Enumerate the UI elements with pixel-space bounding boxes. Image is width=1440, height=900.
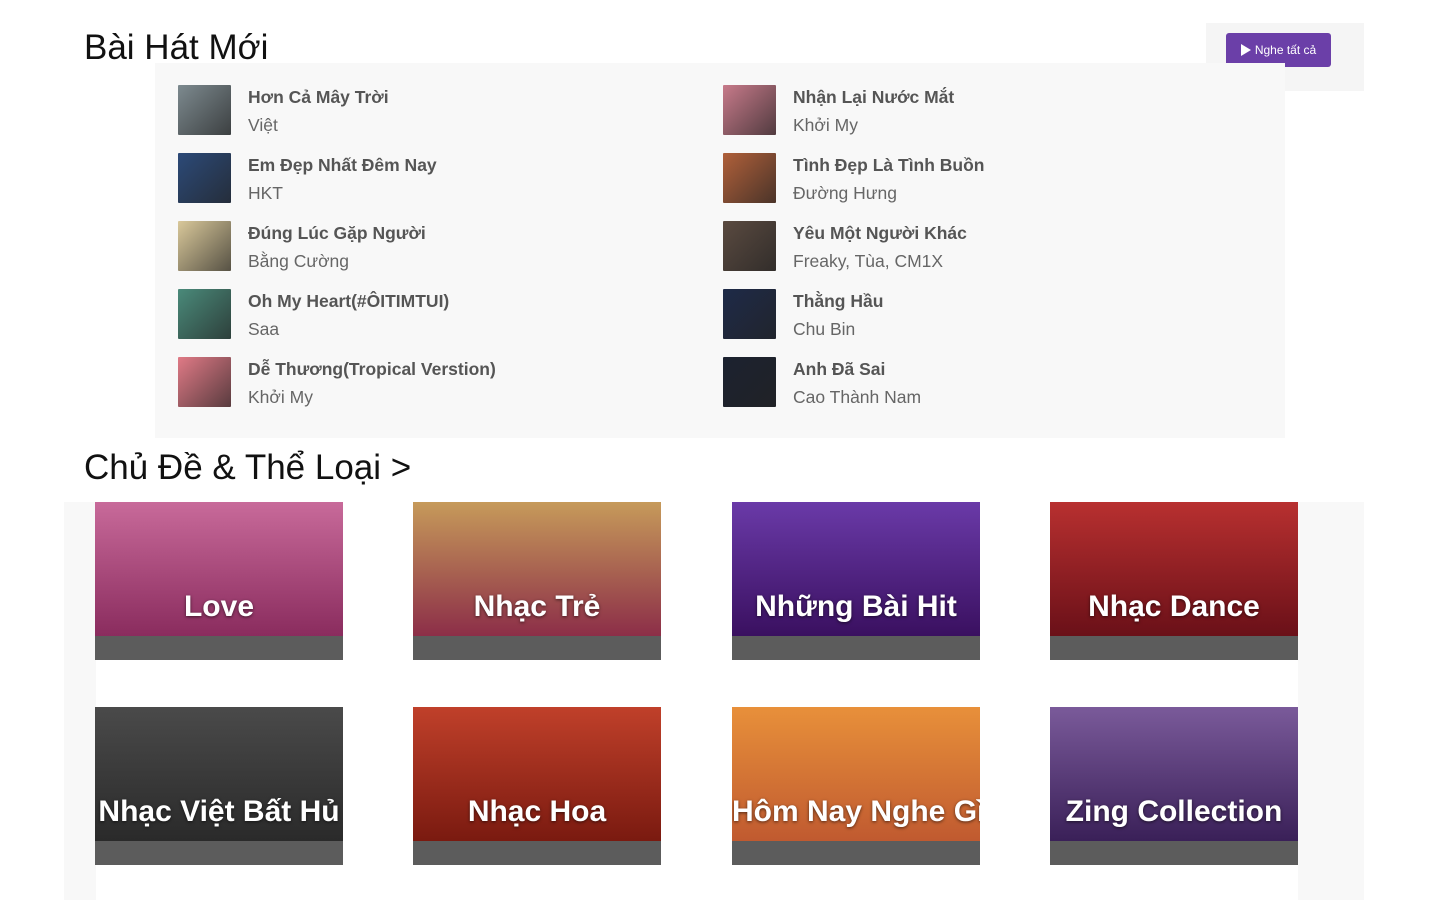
- genre-tile[interactable]: Love: [95, 502, 343, 660]
- genre-caption-bar: [413, 636, 661, 660]
- genre-label[interactable]: Nhạc Trẻ: [413, 590, 661, 624]
- genre-label[interactable]: Love: [95, 590, 343, 624]
- new-songs-title: Bài Hát Mới: [84, 28, 269, 67]
- genre-tile[interactable]: Zing Collection: [1050, 707, 1298, 865]
- play-icon: [1240, 44, 1251, 56]
- song-item[interactable]: Dễ Thương(Tropical Verstion) Khởi My: [155, 335, 675, 407]
- song-item[interactable]: Oh My Heart(#ÔITIMTUI) Saa: [155, 267, 675, 339]
- genres-title[interactable]: Chủ Đề & Thể Loại >: [84, 450, 411, 485]
- song-item[interactable]: Em Đẹp Nhất Đêm Nay HKT: [155, 131, 675, 203]
- genre-caption-bar: [95, 636, 343, 660]
- song-title[interactable]: Nhận Lại Nước Mắt: [793, 87, 954, 108]
- genre-label[interactable]: Nhạc Việt Bất Hủ: [95, 795, 343, 829]
- genre-caption-bar: [732, 636, 980, 660]
- genre-label[interactable]: Những Bài Hit: [732, 590, 980, 624]
- song-item[interactable]: Anh Đã Sai Cao Thành Nam: [700, 335, 1220, 407]
- song-title[interactable]: Anh Đã Sai: [793, 359, 885, 380]
- song-artist[interactable]: Khởi My: [248, 387, 313, 408]
- play-all-button[interactable]: Nghe tất cả: [1226, 33, 1331, 67]
- song-thumbnail[interactable]: [178, 221, 231, 271]
- genre-tile[interactable]: Nhạc Việt Bất Hủ: [95, 707, 343, 865]
- song-item[interactable]: Nhận Lại Nước Mắt Khởi My: [700, 63, 1220, 135]
- song-title[interactable]: Dễ Thương(Tropical Verstion): [248, 359, 496, 380]
- song-title[interactable]: Tình Đẹp Là Tình Buồn: [793, 155, 985, 176]
- song-title[interactable]: Yêu Một Người Khác: [793, 223, 967, 244]
- song-thumbnail[interactable]: [178, 357, 231, 407]
- song-title[interactable]: Hơn Cả Mây Trời: [248, 87, 389, 108]
- song-title[interactable]: Em Đẹp Nhất Đêm Nay: [248, 155, 437, 176]
- genre-label[interactable]: Nhạc Dance: [1050, 590, 1298, 624]
- song-thumbnail[interactable]: [723, 357, 776, 407]
- genre-tile[interactable]: Nhạc Dance: [1050, 502, 1298, 660]
- song-thumbnail[interactable]: [723, 85, 776, 135]
- song-item[interactable]: Yêu Một Người Khác Freaky, Tùa, CM1X: [700, 199, 1220, 271]
- genres-background: [64, 502, 96, 900]
- play-all-label: Nghe tất cả: [1254, 43, 1317, 57]
- genre-caption-bar: [732, 841, 980, 865]
- song-item[interactable]: Đúng Lúc Gặp Người Bằng Cường: [155, 199, 675, 271]
- song-thumbnail[interactable]: [178, 289, 231, 339]
- genre-caption-bar: [95, 841, 343, 865]
- song-artist[interactable]: Cao Thành Nam: [793, 387, 921, 408]
- genre-caption-bar: [413, 841, 661, 865]
- song-thumbnail[interactable]: [178, 153, 231, 203]
- genre-label[interactable]: Nhạc Hoa: [413, 795, 661, 829]
- song-item[interactable]: Tình Đẹp Là Tình Buồn Đường Hưng: [700, 131, 1220, 203]
- genre-caption-bar: [1050, 636, 1298, 660]
- genre-tile[interactable]: Những Bài Hit: [732, 502, 980, 660]
- song-title[interactable]: Đúng Lúc Gặp Người: [248, 223, 426, 244]
- genre-label[interactable]: Zing Collection: [1050, 795, 1298, 829]
- song-thumbnail[interactable]: [723, 289, 776, 339]
- genre-tile[interactable]: Hôm Nay Nghe Gì: [732, 707, 980, 865]
- song-item[interactable]: Thằng Hầu Chu Bin: [700, 267, 1220, 339]
- genre-caption-bar: [1050, 841, 1298, 865]
- genre-tile[interactable]: Nhạc Hoa: [413, 707, 661, 865]
- genre-tile[interactable]: Nhạc Trẻ: [413, 502, 661, 660]
- song-thumbnail[interactable]: [178, 85, 231, 135]
- song-title[interactable]: Oh My Heart(#ÔITIMTUI): [248, 291, 449, 312]
- song-thumbnail[interactable]: [723, 221, 776, 271]
- song-item[interactable]: Hơn Cả Mây Trời Việt: [155, 63, 675, 135]
- song-title[interactable]: Thằng Hầu: [793, 291, 883, 312]
- genre-label[interactable]: Hôm Nay Nghe Gì: [732, 795, 980, 829]
- new-songs-list: Hơn Cả Mây Trời Việt Nhận Lại Nước Mắt Khởi…: [155, 63, 1285, 438]
- song-thumbnail[interactable]: [723, 153, 776, 203]
- genres-background: [1298, 502, 1364, 900]
